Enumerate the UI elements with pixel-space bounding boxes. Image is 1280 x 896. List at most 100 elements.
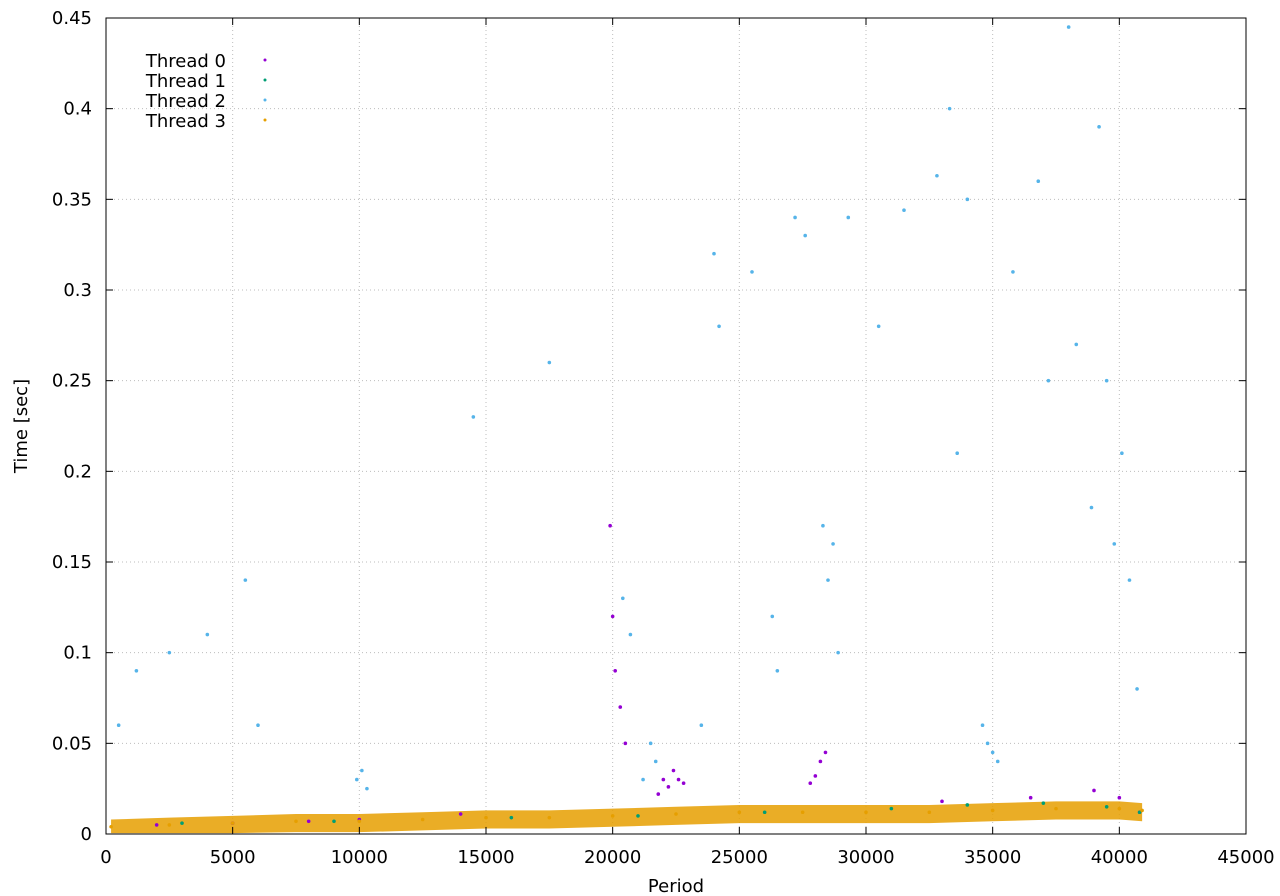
- y-tick-label: 0.4: [63, 99, 92, 120]
- data-point-thread-2: [256, 723, 260, 727]
- data-point-thread-2: [1120, 451, 1124, 456]
- data-point-thread-3: [357, 819, 362, 824]
- data-point-thread-2: [793, 215, 797, 220]
- data-point-thread-2: [360, 768, 364, 773]
- x-tick-label: 30000: [837, 847, 894, 868]
- data-point-thread-2: [1127, 578, 1132, 582]
- data-point-thread-3: [420, 817, 425, 822]
- data-point-thread-2: [1011, 270, 1015, 274]
- data-point-thread-0: [666, 785, 671, 789]
- data-point-thread-2: [826, 578, 830, 582]
- data-point-thread-0: [813, 774, 818, 778]
- data-point-thread-2: [116, 723, 121, 727]
- data-point-thread-0: [1028, 795, 1033, 800]
- data-point-thread-0: [661, 777, 666, 782]
- legend-marker: [263, 118, 267, 122]
- data-point-thread-2: [902, 208, 906, 213]
- data-point-thread-0: [623, 741, 628, 746]
- data-point-thread-2: [995, 759, 1000, 764]
- data-point-thread-1: [180, 821, 184, 825]
- data-point-thread-2: [648, 741, 653, 746]
- data-point-thread-3: [1117, 806, 1122, 811]
- data-point-thread-1: [965, 803, 970, 807]
- data-point-thread-2: [1104, 378, 1109, 383]
- data-point-thread-2: [653, 759, 658, 764]
- data-point-thread-1: [1104, 805, 1109, 809]
- data-point-thread-3: [230, 821, 235, 825]
- data-point-thread-0: [671, 768, 676, 773]
- data-point-thread-0: [458, 812, 463, 816]
- data-point-thread-2: [1036, 179, 1041, 183]
- data-point-thread-2: [1089, 505, 1094, 510]
- data-point-thread-0: [618, 705, 623, 709]
- y-tick-label: 0.25: [52, 371, 92, 392]
- data-point-thread-2: [365, 786, 369, 791]
- data-point-thread-2: [641, 777, 645, 782]
- x-tick-label: 45000: [1217, 847, 1274, 868]
- data-point-thread-0: [823, 750, 828, 755]
- x-tick-label: 35000: [964, 847, 1021, 868]
- legend-marker: [263, 58, 267, 62]
- data-point-thread-2: [831, 542, 835, 546]
- data-point-thread-3: [547, 815, 552, 820]
- data-point-thread-2: [803, 233, 807, 238]
- data-point-thread-2: [134, 669, 139, 673]
- data-point-thread-0: [1117, 795, 1122, 800]
- data-point-thread-2: [965, 197, 970, 202]
- data-point-thread-2: [770, 614, 775, 619]
- x-tick-label: 10000: [331, 847, 388, 868]
- data-point-thread-2: [712, 251, 716, 256]
- data-point-thread-3: [927, 810, 932, 815]
- data-point-thread-2: [985, 741, 990, 746]
- data-point-thread-3: [1054, 806, 1058, 811]
- data-point-thread-0: [656, 792, 661, 796]
- y-tick-label: 0.2: [63, 461, 92, 482]
- x-tick-label: 0: [100, 847, 111, 868]
- data-point-thread-1: [509, 815, 514, 820]
- data-point-thread-3: [674, 812, 678, 816]
- x-axis-title: Period: [648, 876, 704, 896]
- data-point-thread-1: [636, 814, 640, 818]
- data-point-thread-2: [947, 106, 952, 111]
- data-point-thread-2: [1097, 125, 1101, 129]
- data-point-thread-3: [737, 810, 742, 815]
- y-tick-label: 0.3: [63, 280, 92, 301]
- y-tick-label: 0.45: [52, 8, 92, 29]
- data-point-thread-0: [940, 799, 944, 804]
- data-point-thread-2: [628, 632, 633, 637]
- data-point-thread-2: [1046, 378, 1051, 383]
- legend-marker: [263, 78, 267, 82]
- data-point-thread-2: [167, 650, 172, 655]
- data-point-thread-2: [775, 669, 780, 673]
- x-tick-label: 20000: [584, 847, 641, 868]
- x-tick-label: 40000: [1091, 847, 1148, 868]
- data-point-thread-2: [876, 324, 881, 329]
- data-point-thread-1: [332, 819, 336, 824]
- legend-label: Thread 3: [145, 111, 226, 132]
- data-point-thread-2: [471, 415, 476, 419]
- legend-marker: [263, 98, 267, 102]
- data-point-thread-3: [484, 815, 488, 820]
- y-tick-label: 0.1: [63, 643, 92, 664]
- y-tick-label: 0.05: [52, 733, 92, 754]
- data-point-thread-1: [762, 810, 767, 815]
- data-point-thread-2: [836, 650, 840, 655]
- data-point-thread-3: [167, 823, 172, 827]
- data-point-thread-0: [608, 523, 612, 528]
- data-point-thread-0: [306, 819, 311, 824]
- data-point-thread-0: [613, 669, 617, 673]
- data-point-thread-3: [1140, 808, 1144, 813]
- data-point-thread-2: [821, 523, 825, 528]
- data-point-thread-3: [864, 810, 868, 815]
- legend-label: Thread 1: [145, 71, 226, 92]
- plot-background: [0, 0, 1280, 896]
- data-point-thread-0: [818, 759, 823, 764]
- data-point-thread-3: [109, 824, 113, 829]
- x-tick-label: 25000: [711, 847, 768, 868]
- data-point-thread-0: [808, 781, 813, 786]
- y-tick-label: 0: [81, 824, 92, 845]
- data-point-thread-2: [717, 324, 721, 329]
- y-axis-title: Time [sec]: [11, 379, 32, 474]
- data-point-thread-2: [1135, 687, 1139, 691]
- x-tick-label: 15000: [457, 847, 514, 868]
